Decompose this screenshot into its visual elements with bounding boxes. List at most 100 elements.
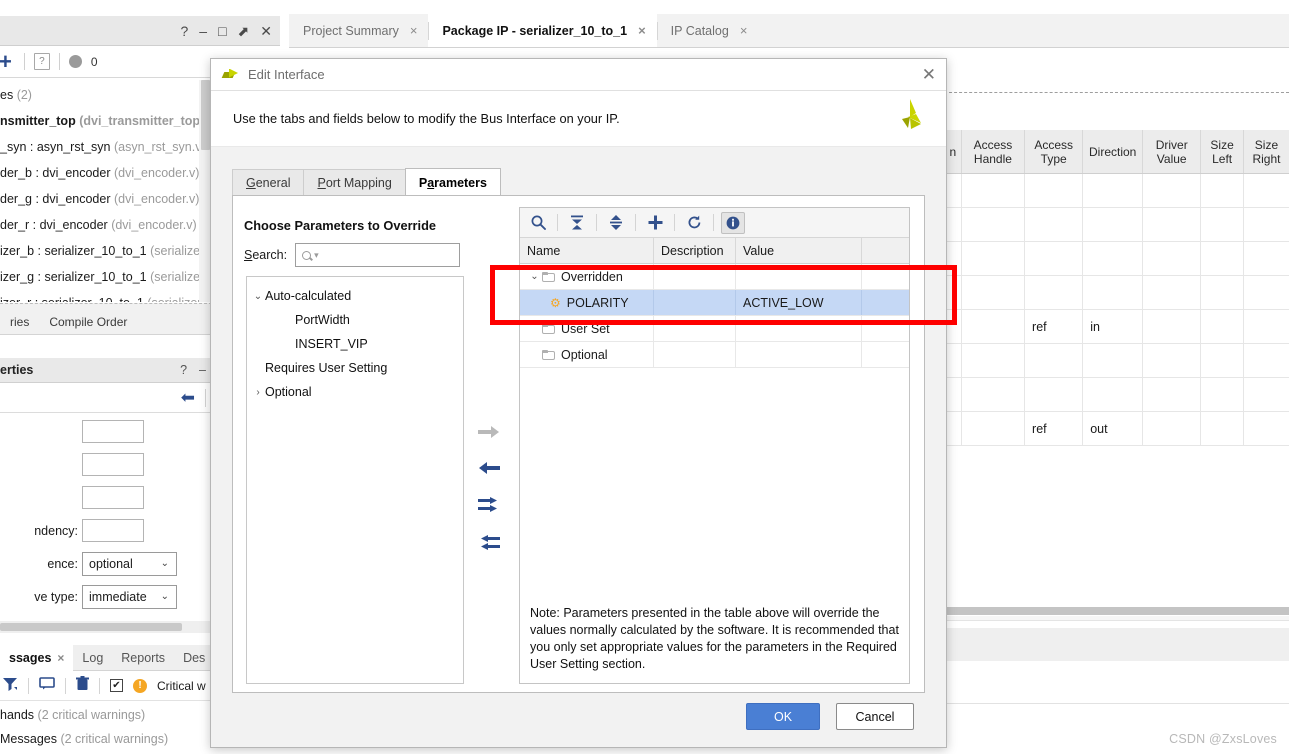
add-icon[interactable] — [643, 212, 667, 234]
hierarchy-row[interactable]: der_r : dvi_encoder (dvi_encoder.v) — [0, 212, 212, 238]
document-tab[interactable]: Project Summary × — [289, 14, 428, 47]
move-all-right-arrow-icon[interactable] — [478, 497, 500, 513]
collapse-all-icon[interactable] — [565, 212, 589, 234]
parameters-table-row[interactable]: ⚙ POLARITY ACTIVE_LOW — [520, 290, 909, 316]
ok-button[interactable]: OK — [746, 703, 820, 730]
hierarchy-tab[interactable]: Compile Order — [39, 315, 137, 329]
properties-minimize-icon[interactable]: – — [199, 363, 206, 377]
cancel-button[interactable]: Cancel — [836, 703, 914, 730]
chevron-down-icon[interactable]: ⌄ — [527, 271, 542, 282]
table-row[interactable] — [944, 378, 1289, 412]
table-row[interactable] — [944, 242, 1289, 276]
search-dropdown-chevron-icon[interactable]: ▾ — [314, 250, 319, 261]
message-row[interactable]: Messages (2 critical warnings) — [0, 727, 212, 751]
parameters-table-row[interactable]: User Set — [520, 316, 909, 342]
background-table-column-header[interactable]: Direction — [1082, 130, 1142, 173]
parameters-column-header[interactable]: Value — [736, 238, 862, 263]
hierarchy-row[interactable]: der_g : dvi_encoder (dvi_encoder.v) — [0, 186, 212, 212]
close-icon[interactable]: ✕ — [260, 24, 272, 38]
dialog-tab-port-mapping[interactable]: Port Mapping — [303, 169, 406, 196]
tree-node[interactable]: PortWidth — [247, 308, 463, 332]
table-row[interactable] — [944, 344, 1289, 378]
parameters-table-row[interactable]: Optional — [520, 342, 909, 368]
background-table-column-header[interactable]: Access Handle — [960, 130, 1024, 173]
table-row[interactable]: ref out — [944, 412, 1289, 446]
hierarchy-row[interactable]: izer_b : serializer_10_to_1 (serializer_ — [0, 238, 212, 264]
chevron-right-icon[interactable]: › — [251, 387, 265, 398]
parameters-column-header[interactable]: Description — [654, 238, 736, 263]
parameters-value-cell[interactable] — [736, 264, 862, 289]
table-row[interactable] — [944, 174, 1289, 208]
search-icon[interactable] — [526, 212, 550, 234]
dialog-tab-general[interactable]: General — [232, 169, 305, 196]
hierarchy-list[interactable]: es (2) nsmitter_top (dvi_transmitter_top.… — [0, 80, 212, 302]
hierarchy-row[interactable]: es (2) — [0, 82, 212, 108]
messages-tab[interactable]: Reports — [112, 645, 174, 671]
trash-icon[interactable] — [76, 676, 89, 695]
message-row[interactable]: hands (2 critical warnings) — [0, 703, 212, 727]
property-input[interactable] — [82, 486, 144, 509]
float-icon[interactable]: ⬈ — [238, 24, 250, 38]
hierarchy-row[interactable]: nsmitter_top (dvi_transmitter_top.v) (8 — [0, 108, 212, 134]
close-icon[interactable]: × — [410, 23, 418, 38]
comment-icon[interactable] — [39, 677, 55, 694]
parameters-tree[interactable]: ⌄ Auto-calculated PortWidth INSERT_VIP Requi… — [246, 276, 464, 684]
property-input[interactable] — [82, 519, 144, 542]
maximize-icon[interactable]: □ — [218, 24, 226, 38]
property-input[interactable] — [82, 420, 144, 443]
background-table-column-header[interactable]: Driver Value — [1142, 130, 1200, 173]
table-row[interactable] — [944, 276, 1289, 310]
close-icon[interactable]: × — [740, 23, 748, 38]
table-row[interactable]: ref in — [944, 310, 1289, 344]
move-all-left-arrow-icon[interactable] — [478, 535, 500, 551]
tree-node[interactable]: INSERT_VIP — [247, 332, 463, 356]
messages-list[interactable]: hands (2 critical warnings) Messages (2 c… — [0, 703, 212, 751]
parameters-value-cell[interactable]: ACTIVE_LOW — [736, 290, 862, 315]
document-tab[interactable]: IP Catalog × — [656, 14, 759, 47]
hierarchy-tab[interactable]: ries — [0, 315, 39, 329]
hierarchy-row[interactable]: der_b : dvi_encoder (dvi_encoder.v) — [0, 160, 212, 186]
document-icon[interactable]: ? — [33, 53, 50, 70]
move-right-arrow-icon[interactable] — [478, 425, 500, 439]
refresh-icon[interactable] — [682, 212, 706, 234]
close-icon[interactable]: × — [57, 645, 64, 671]
messages-tab[interactable]: Des — [174, 645, 214, 671]
filter-icon[interactable] — [2, 676, 18, 695]
background-table-column-header[interactable]: Access Type — [1024, 130, 1082, 173]
parameters-value-cell[interactable] — [736, 316, 862, 341]
add-icon[interactable]: + — [0, 50, 15, 73]
table-row[interactable] — [944, 208, 1289, 242]
tree-node[interactable]: › Optional — [247, 380, 463, 404]
background-table-column-header[interactable]: Size Right — [1242, 130, 1289, 173]
close-icon[interactable]: × — [638, 23, 646, 38]
properties-hscrollbar[interactable] — [0, 621, 212, 633]
messages-tab[interactable]: ssages × — [0, 644, 74, 671]
minimize-icon[interactable]: – — [199, 24, 207, 38]
help-icon[interactable]: ? — [180, 24, 188, 38]
move-left-arrow-icon[interactable] — [478, 461, 500, 475]
info-icon[interactable] — [721, 211, 745, 234]
search-input[interactable]: ▾ — [295, 243, 461, 267]
parameters-column-header[interactable]: Name — [520, 238, 654, 263]
chevron-down-icon[interactable]: ⌄ — [251, 291, 265, 302]
left-arrow-icon[interactable]: ⬅ — [181, 388, 195, 408]
parameters-table-row[interactable]: ⌄ Overridden — [520, 264, 909, 290]
critical-warning-checkbox[interactable]: ✔ — [110, 679, 123, 692]
dialog-close-icon[interactable]: ✕ — [922, 65, 936, 85]
hierarchy-row[interactable]: izer_g : serializer_10_to_1 (serializer_ — [0, 264, 212, 290]
properties-help-icon[interactable]: ? — [180, 363, 187, 377]
dialog-tab-parameters[interactable]: Parameters — [404, 168, 501, 196]
property-input[interactable] — [82, 453, 144, 476]
horizontal-scrollbar[interactable] — [944, 607, 1289, 615]
background-table-column-header[interactable]: Size Left — [1200, 130, 1243, 173]
parameters-table-body[interactable]: ⌄ Overridden ⚙ POLARITY ACTIVE_LOW User Set Op… — [520, 264, 909, 368]
tree-node[interactable]: Requires User Setting — [247, 356, 463, 380]
property-select[interactable]: optional ⌄ — [82, 551, 177, 576]
messages-tab[interactable]: Log — [73, 645, 112, 671]
expand-all-icon[interactable] — [604, 212, 628, 234]
hierarchy-row[interactable]: izer_r : serializer_10_to_1 (serializer_… — [0, 290, 212, 302]
hierarchy-row[interactable]: _syn : asyn_rst_syn (asyn_rst_syn.v) — [0, 134, 212, 160]
document-tab[interactable]: Package IP - serializer_10_to_1 × — [428, 14, 657, 47]
property-select[interactable]: immediate ⌄ — [82, 584, 177, 609]
parameters-value-cell[interactable] — [736, 342, 862, 367]
